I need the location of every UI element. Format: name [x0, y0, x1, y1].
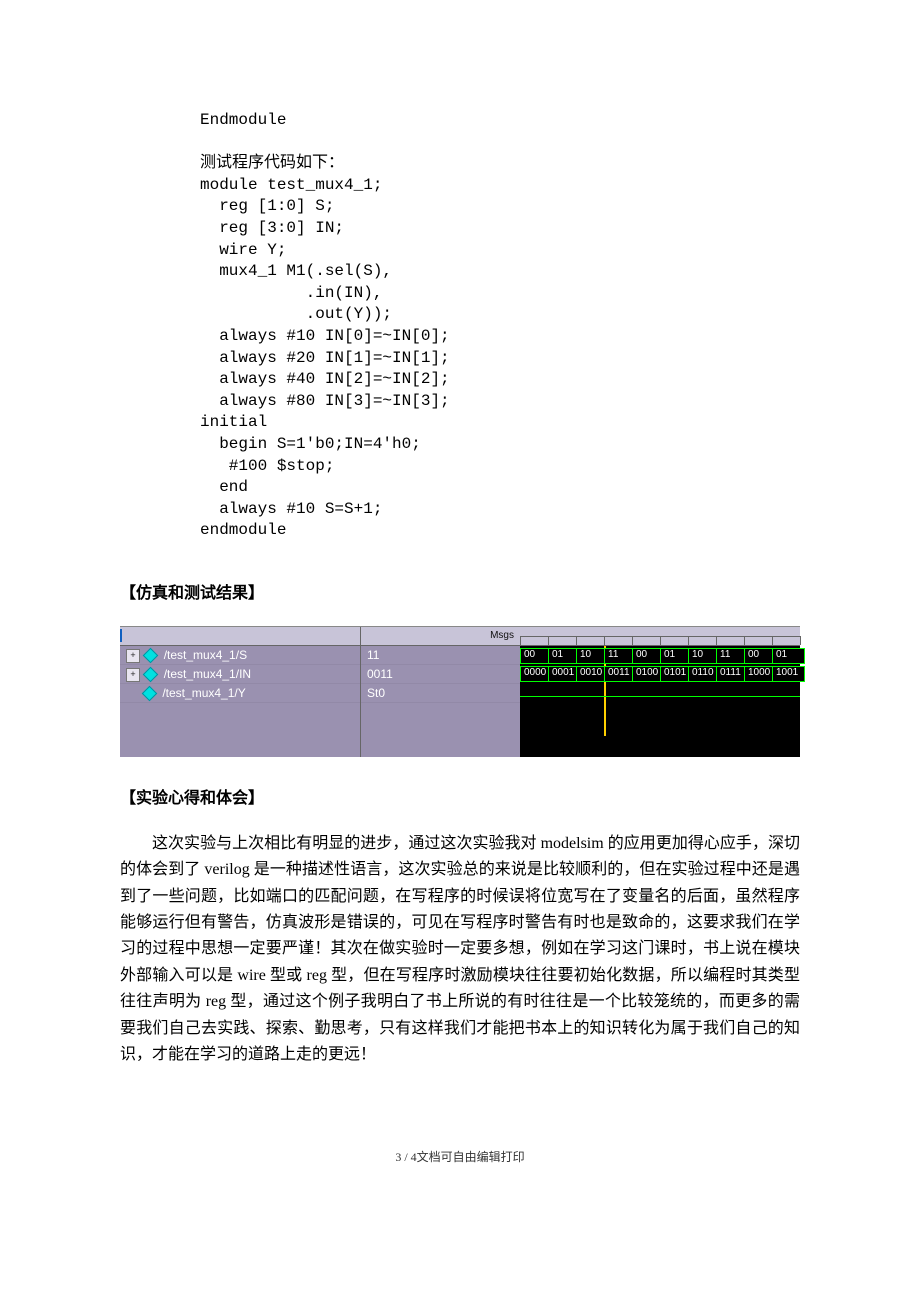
- signal-icon: [143, 648, 159, 664]
- code-line: always #20 IN[1]=~IN[1];: [200, 349, 450, 367]
- code-line: initial: [200, 413, 267, 431]
- code-line: Endmodule: [200, 111, 286, 129]
- code-line: always #80 IN[3]=~IN[3];: [200, 392, 450, 410]
- page-footer: 3 / 4文档可自由编辑打印: [120, 1148, 800, 1166]
- code-line: #100 $stop;: [200, 457, 334, 475]
- waveform-padding: [120, 703, 360, 757]
- document-page: Endmodule 测试程序代码如下： module test_mux4_1; …: [0, 0, 920, 1226]
- waveform-viewer: + /test_mux4_1/S + /test_mux4_1/IN /test…: [120, 626, 800, 757]
- waveform-left-panel: + /test_mux4_1/S + /test_mux4_1/IN /test…: [120, 627, 520, 757]
- waveform-signal-names: + /test_mux4_1/S + /test_mux4_1/IN /test…: [120, 627, 360, 757]
- code-block: Endmodule 测试程序代码如下： module test_mux4_1; …: [200, 110, 800, 542]
- waveform-values-header: Msgs: [361, 627, 520, 646]
- waveform-time-axis: [520, 627, 800, 646]
- wave-bit-low: [520, 696, 800, 697]
- wave-row-y: [520, 682, 800, 700]
- code-line: mux4_1 M1(.sel(S),: [200, 262, 392, 280]
- signal-name: /test_mux4_1/Y: [162, 686, 245, 700]
- signal-value-in: 0011: [361, 665, 520, 684]
- heading-experiment-experience: 【实验心得和体会】: [120, 787, 800, 811]
- waveform-names-header: [120, 627, 360, 646]
- code-line: 测试程序代码如下：: [200, 154, 344, 172]
- signal-row-y[interactable]: /test_mux4_1/Y: [120, 684, 360, 703]
- signal-icon: [143, 667, 159, 683]
- waveform-canvas: 00011011000110110001 0000000100100011010…: [520, 646, 800, 736]
- wave-segment: 01: [772, 648, 805, 664]
- code-line: begin S=1'b0;IN=4'h0;: [200, 435, 421, 453]
- signal-name: /test_mux4_1/IN: [164, 667, 251, 681]
- signal-row-s[interactable]: + /test_mux4_1/S: [120, 646, 360, 665]
- diamond-icon: [120, 629, 122, 642]
- code-line: .in(IN),: [200, 284, 382, 302]
- wave-row-s: 00011011000110110001: [520, 646, 800, 664]
- code-line: .out(Y));: [200, 305, 392, 323]
- code-line: always #10 IN[0]=~IN[0];: [200, 327, 450, 345]
- waveform-padding: [361, 703, 520, 757]
- signal-value-y: St0: [361, 684, 520, 703]
- wave-segment: 1001: [772, 666, 805, 682]
- expand-icon[interactable]: +: [126, 649, 140, 663]
- code-line: reg [1:0] S;: [200, 197, 334, 215]
- code-line: always #40 IN[2]=~IN[2];: [200, 370, 450, 388]
- code-line: wire Y;: [200, 241, 286, 259]
- signal-icon: [142, 686, 158, 702]
- body-paragraph: 这次实验与上次相比有明显的进步，通过这次实验我对 modelsim 的应用更加得…: [120, 831, 800, 1069]
- wave-row-in: 0000000100100011010001010110011110001001: [520, 664, 800, 682]
- code-line: always #10 S=S+1;: [200, 500, 382, 518]
- code-line: reg [3:0] IN;: [200, 219, 344, 237]
- heading-simulation-results: 【仿真和测试结果】: [120, 582, 800, 606]
- signal-value-s: 11: [361, 646, 520, 665]
- expand-icon[interactable]: +: [126, 668, 140, 682]
- waveform-signal-values: Msgs 11 0011 St0: [360, 627, 520, 757]
- code-line: module test_mux4_1;: [200, 176, 382, 194]
- code-line: end: [200, 478, 248, 496]
- waveform-plot-area[interactable]: 00011011000110110001 0000000100100011010…: [520, 627, 800, 757]
- signal-row-in[interactable]: + /test_mux4_1/IN: [120, 665, 360, 684]
- code-line: endmodule: [200, 521, 286, 539]
- signal-name: /test_mux4_1/S: [164, 648, 247, 662]
